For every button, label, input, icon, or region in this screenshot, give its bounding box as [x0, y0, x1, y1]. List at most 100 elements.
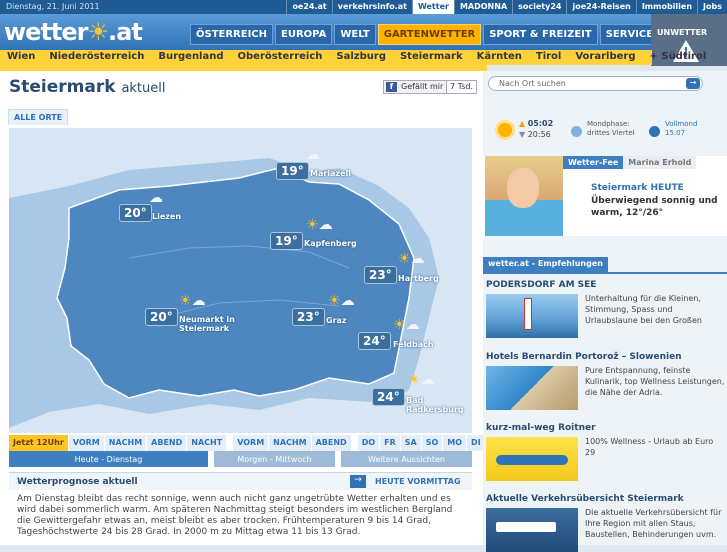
arrow-right-icon[interactable]: →: [350, 475, 366, 488]
forecast-text: Am Dienstag bleibt das recht sonnige, we…: [17, 494, 453, 537]
wetter-fee-photo[interactable]: [485, 156, 563, 236]
city-feldbach[interactable]: Feldbach: [393, 340, 434, 349]
recommendation-text: 100% Wellness - Urlaub ab Euro 29: [585, 437, 714, 457]
logo-domain: .at: [108, 18, 143, 46]
coast-image[interactable]: [486, 366, 578, 410]
region-burgenland[interactable]: Burgenland: [151, 50, 230, 65]
region-oberoesterreich[interactable]: Oberösterreich: [231, 50, 330, 65]
banner-logo: [496, 522, 556, 532]
temp-mariazell[interactable]: 19°: [276, 162, 309, 180]
fee-tabs: Wetter-Fee Marina Erhold: [563, 156, 697, 169]
tab-heute-abend[interactable]: ABEND: [147, 435, 188, 451]
tab-sa[interactable]: SA: [400, 435, 422, 451]
tab-heute-nacht[interactable]: NACHT: [187, 435, 228, 451]
top-link-verkehrsinfo[interactable]: verkehrsinfo.at: [331, 0, 412, 14]
tab-marina-erhold[interactable]: Marina Erhold: [623, 156, 697, 169]
city-bad-radkersburg[interactable]: Bad Radkersburg: [406, 396, 472, 414]
tab-heute-vorm[interactable]: VORM: [68, 435, 105, 451]
bar-heute[interactable]: Heute - Dienstag: [9, 451, 208, 467]
next-period-link[interactable]: HEUTE VORMITTAG: [375, 477, 461, 486]
verkehrsinfo-banner[interactable]: [486, 508, 578, 552]
nav-oesterreich[interactable]: ÖSTERREICH: [190, 24, 274, 45]
recommendation-title[interactable]: Hotels Bernardin Portorož – Slowenien: [486, 352, 682, 362]
fee-title[interactable]: Steiermark HEUTE: [591, 183, 684, 193]
nav-welt[interactable]: WELT: [334, 24, 376, 45]
tab-do[interactable]: DO: [357, 435, 381, 451]
temp-kapfenberg[interactable]: 19°: [270, 232, 303, 250]
tab-morgen-nachm[interactable]: NACHM: [269, 435, 312, 451]
top-link-oe24[interactable]: oe24.at: [286, 0, 331, 14]
title-region: Steiermark: [9, 77, 116, 97]
top-link-society24[interactable]: society24: [512, 0, 566, 14]
nav-gartenwetter[interactable]: GARTENWETTER: [377, 24, 482, 45]
full-moon-date: 15.07: [665, 129, 686, 137]
top-link-madonna[interactable]: MADONNA: [453, 0, 512, 14]
region-niederoesterreich[interactable]: Niederösterreich: [42, 50, 151, 65]
top-link-jobs[interactable]: Jobs: [697, 0, 727, 14]
moon-phase-label: Mondphase:: [587, 120, 630, 128]
time-tabs: Jetzt 12Uhr VORM NACHM ABEND NACHT VORM …: [9, 435, 506, 451]
temp-liezen[interactable]: 20°: [119, 204, 152, 222]
recommendation-title[interactable]: Aktuelle Verkehrsübersicht Steiermark: [486, 494, 684, 504]
search-input[interactable]: Nach Ort suchen →: [488, 76, 703, 91]
sun-moon-info: ▲ 05:02 ▼ 20:56 Mondphase: drittes Vierte…: [483, 111, 727, 143]
temp-graz[interactable]: 23°: [292, 308, 325, 326]
facebook-like-button[interactable]: f Gefällt mir: [383, 80, 449, 94]
alle-orte-tab[interactable]: ALLE ORTE: [8, 109, 69, 125]
moon-phase-value: drittes Viertel: [587, 129, 635, 137]
tab-so[interactable]: SO: [421, 435, 444, 451]
top-link-immobilien[interactable]: Immobilien: [635, 0, 697, 14]
moon-phase-icon: [571, 126, 582, 137]
tab-morgen-vorm[interactable]: VORM: [233, 435, 270, 451]
region-vorarlberg[interactable]: Vorarlberg: [568, 50, 642, 65]
wetter-fee-face: [507, 168, 539, 208]
region-tirol[interactable]: Tirol: [529, 50, 568, 65]
moon-phase: Mondphase: drittes Viertel: [587, 120, 635, 138]
tab-jetzt[interactable]: Jetzt 12Uhr: [9, 435, 69, 451]
sun-cloud-icon: ☀☁: [306, 217, 333, 233]
tab-heute-nachm[interactable]: NACHM: [104, 435, 148, 451]
city-mariazell[interactable]: Mariazell: [310, 169, 351, 178]
city-liezen[interactable]: Liezen: [152, 212, 181, 221]
logo-text: wetter: [4, 18, 89, 46]
wetter-fee-box: Wetter-Fee Marina Erhold Steiermark HEUT…: [483, 156, 727, 236]
kurz-mal-weg-banner[interactable]: [486, 437, 578, 481]
city-hartberg[interactable]: Hartberg: [398, 274, 439, 283]
full-moon-label: Vollmond: [665, 120, 698, 128]
lighthouse-image[interactable]: [486, 294, 578, 338]
site-header: wetter☀.at ÖSTERREICH EUROPA WELT GARTEN…: [0, 14, 727, 50]
lighthouse-tower: [524, 298, 532, 330]
city-neumarkt[interactable]: Neumarkt in Steiermark: [179, 315, 249, 333]
recommendation-text: Unterhaltung für die Kleinen, Stimmung, …: [585, 294, 702, 325]
nav-europa[interactable]: EUROPA: [275, 24, 333, 45]
recommendation-title[interactable]: PODERSDORF AM SEE: [486, 280, 596, 290]
tab-mo[interactable]: MO: [443, 435, 468, 451]
sun-cloud-icon: ☀☁: [393, 317, 420, 333]
region-suedtirol[interactable]: + Südtirol: [643, 50, 714, 65]
city-graz[interactable]: Graz: [326, 316, 347, 325]
tab-wetter-fee[interactable]: Wetter-Fee: [563, 156, 624, 169]
city-kapfenberg[interactable]: Kapfenberg: [304, 239, 357, 248]
temp-hartberg[interactable]: 23°: [364, 266, 397, 284]
search-go-icon[interactable]: →: [686, 78, 700, 89]
tab-fr[interactable]: FR: [380, 435, 401, 451]
region-kaernten[interactable]: Kärnten: [470, 50, 529, 65]
region-steiermark[interactable]: Steiermark: [393, 50, 470, 65]
tab-morgen-abend[interactable]: ABEND: [311, 435, 352, 451]
temp-feldbach[interactable]: 24°: [358, 332, 391, 350]
recommendation-title[interactable]: kurz-mal-weg Roitner: [486, 423, 596, 433]
sun-cloud-icon: ☀☁: [328, 293, 355, 309]
recommendations-title: wetter.at - Empfehlungen: [483, 257, 608, 272]
bar-morgen[interactable]: Morgen - Mittwoch: [214, 451, 335, 467]
top-link-joe24-reisen[interactable]: joe24-Reisen: [566, 0, 635, 14]
main-content: Steiermark aktuell f Gefällt mir 7 Tsd. A…: [0, 71, 506, 545]
wetter-at-logo[interactable]: wetter☀.at: [4, 18, 143, 46]
top-link-wetter[interactable]: Wetter: [411, 0, 454, 14]
nav-sport-freizeit[interactable]: SPORT & FREIZEIT: [483, 24, 598, 45]
bar-weitere[interactable]: Weitere Aussichten: [341, 451, 472, 467]
region-wien[interactable]: Wien: [0, 50, 42, 65]
temp-neumarkt[interactable]: 20°: [145, 308, 178, 326]
full-moon-icon: [649, 126, 660, 137]
region-salzburg[interactable]: Salzburg: [329, 50, 393, 65]
temp-bad-radkersburg[interactable]: 24°: [372, 388, 405, 406]
